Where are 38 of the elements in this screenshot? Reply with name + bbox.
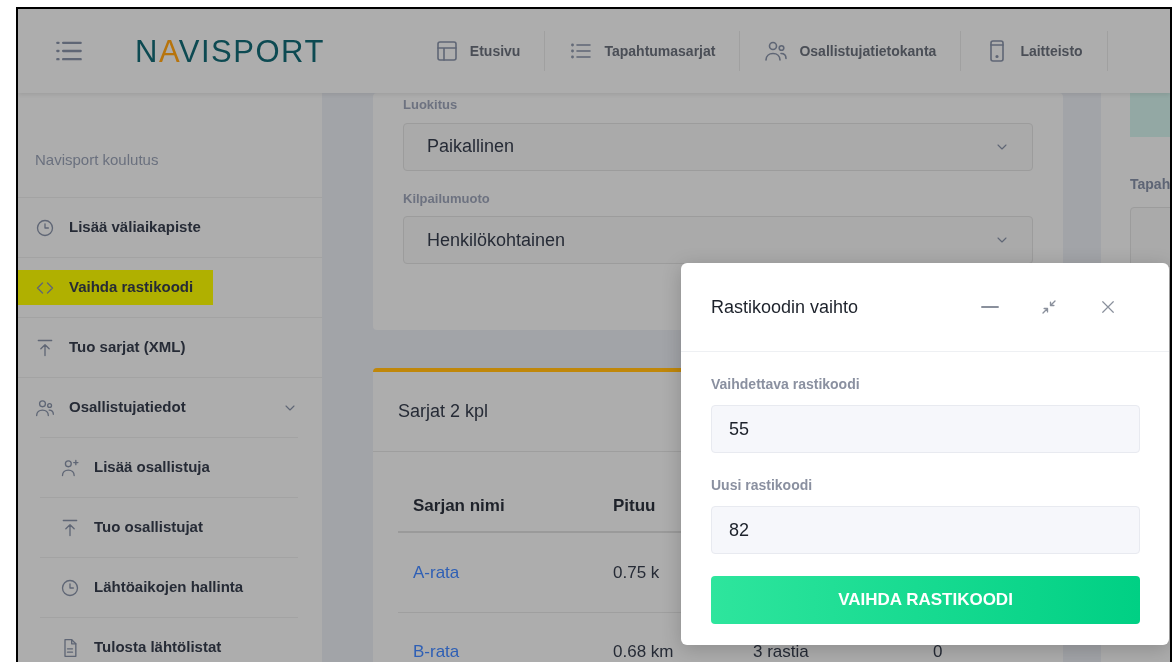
compress-icon [1040, 298, 1058, 316]
field-label: Kilpailumuoto [403, 189, 490, 208]
nav-link[interactable]: Tapahtumasarjat [569, 31, 741, 71]
sidebar-item[interactable]: Tulosta lähtölistat [40, 630, 242, 662]
clock-icon [35, 217, 55, 238]
close-icon [1099, 298, 1117, 316]
dialog-title: Rastikoodin vaihto [711, 295, 859, 319]
nav-link[interactable]: Osallistujatietokanta [764, 31, 962, 71]
logo[interactable]: NAVISPORT [135, 35, 325, 67]
nav-link[interactable]: Etusivu [434, 31, 546, 71]
input-field[interactable]: 82 [711, 506, 1140, 554]
sidebar-item[interactable]: Lähtöaikojen hallinta [40, 570, 264, 605]
field-label: Vaihdettava rastikoodi [711, 375, 860, 394]
sidebar-item[interactable]: Lisää osallistuja [40, 450, 230, 485]
minimize-button[interactable] [981, 306, 999, 308]
minimize-icon [981, 306, 999, 308]
users-icon [764, 39, 789, 63]
upload-icon [60, 517, 80, 538]
close-button[interactable] [1099, 298, 1117, 316]
upload-icon [35, 337, 55, 358]
column-header: Sarjan nimi [398, 480, 598, 532]
select-field[interactable]: Henkilökohtainen [403, 216, 1033, 264]
field-label: Tapah [1130, 175, 1170, 194]
sidebar-item[interactable]: Lisää väliaikapiste [18, 210, 221, 245]
input-field[interactable]: 55 [711, 405, 1140, 453]
select-field[interactable]: Paikallinen [403, 122, 1033, 171]
sidebar-item[interactable]: Tuo sarjat (XML) [18, 330, 206, 365]
sidebar-item[interactable]: Vaihda rastikoodi [18, 270, 214, 305]
user-plus-icon [60, 457, 80, 478]
layout-icon [434, 39, 459, 63]
users-icon [35, 397, 55, 418]
field-label: Luokitus [403, 96, 458, 114]
sidebar-item[interactable]: Osallistujatiedot [18, 390, 206, 425]
sidebar-item[interactable]: Tuo osallistujat [40, 510, 223, 545]
nav-link[interactable]: Laitteisto [985, 31, 1108, 71]
compress-button[interactable] [1040, 298, 1058, 316]
clock-icon [60, 577, 80, 598]
sidebar-title: Navisport koulutus [34, 150, 159, 170]
